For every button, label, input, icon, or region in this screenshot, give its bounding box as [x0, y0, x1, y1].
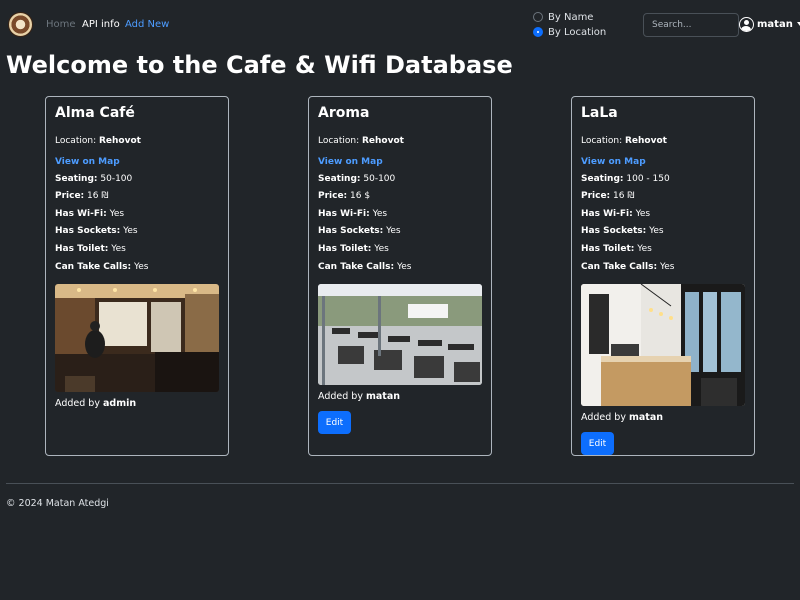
cafe-price: 16 ₪ [87, 191, 109, 202]
sort-by-location-label: By Location [548, 26, 607, 38]
sort-by-name-label: By Name [548, 11, 594, 23]
nav-api-info-link[interactable]: API info [82, 19, 120, 30]
sockets-label: Has Sockets: [55, 226, 121, 237]
location-label: Location: [318, 136, 360, 146]
view-on-map-link[interactable]: View on Map [581, 151, 745, 171]
search-input[interactable] [643, 13, 739, 37]
seating-label: Seating: [581, 173, 624, 184]
seating-label: Seating: [55, 173, 98, 184]
cafe-seating: 50-100 [100, 173, 133, 184]
cafe-card: LaLa Location: Rehovot View on Map Seati… [571, 96, 755, 456]
wifi-label: Has Wi-Fi: [55, 208, 107, 219]
page-title: Welcome to the Cafe & Wifi Database [6, 51, 513, 79]
user-avatar-icon [739, 16, 754, 32]
cafe-wifi: Yes [109, 208, 125, 219]
cafe-sockets: Yes [649, 226, 664, 237]
radio-by-name[interactable] [533, 12, 543, 22]
price-label: Price: [55, 191, 85, 202]
view-on-map-link[interactable]: View on Map [55, 151, 219, 171]
added-by-user: matan [365, 391, 401, 403]
cafe-photo [318, 284, 482, 386]
added-by-user: admin [102, 398, 137, 410]
price-label: Price: [318, 191, 348, 202]
cafe-sockets: Yes [386, 226, 401, 237]
sockets-label: Has Sockets: [318, 226, 384, 237]
cafe-name: Alma Café [55, 105, 135, 121]
cafe-seating: 100 - 150 [626, 173, 670, 184]
toilet-label: Has Toilet: [55, 243, 109, 254]
toilet-label: Has Toilet: [581, 243, 635, 254]
toilet-label: Has Toilet: [318, 243, 372, 254]
wifi-label: Has Wi-Fi: [581, 208, 633, 219]
view-on-map-link[interactable]: View on Map [318, 151, 482, 171]
edit-button[interactable]: Edit [318, 411, 351, 435]
cafe-toilet: Yes [374, 243, 389, 254]
nav-home-link[interactable]: Home [46, 19, 76, 30]
cafe-location: Rehovot [361, 136, 404, 146]
cafe-card: Alma Café Location: Rehovot View on Map … [45, 96, 229, 456]
cafe-toilet: Yes [637, 243, 652, 254]
cafe-sockets: Yes [123, 226, 138, 237]
sockets-label: Has Sockets: [581, 226, 647, 237]
cafe-name: Aroma [318, 105, 370, 121]
footer-copyright: © 2024 Matan Atedgi [6, 498, 109, 509]
added-by-label: Added by [55, 398, 100, 410]
calls-label: Can Take Calls: [318, 261, 395, 272]
edit-button[interactable]: Edit [581, 432, 614, 456]
cafe-photo [581, 284, 745, 407]
cafe-calls: Yes [659, 261, 675, 272]
cafe-name: LaLa [581, 105, 618, 121]
sort-by-name-option[interactable]: By Name [533, 10, 593, 24]
added-by-label: Added by [318, 391, 363, 403]
location-label: Location: [581, 136, 623, 146]
user-menu[interactable]: matan [739, 16, 800, 32]
calls-label: Can Take Calls: [55, 261, 132, 272]
location-label: Location: [55, 136, 97, 146]
nav-add-new-link[interactable]: Add New [125, 19, 169, 30]
cafe-location: Rehovot [624, 136, 667, 146]
footer-divider [6, 483, 794, 484]
added-by-label: Added by [581, 412, 626, 424]
calls-label: Can Take Calls: [581, 261, 658, 272]
user-name: matan [757, 18, 793, 30]
cafe-wifi: Yes [372, 208, 388, 219]
cafe-toilet: Yes [111, 243, 126, 254]
cafe-calls: Yes [133, 261, 149, 272]
price-label: Price: [581, 191, 611, 202]
cafe-wifi: Yes [635, 208, 651, 219]
seating-label: Seating: [318, 173, 361, 184]
added-by-user: matan [628, 412, 664, 424]
cafe-price: 16 ₪ [613, 191, 635, 202]
sort-by-location-option[interactable]: By Location [533, 25, 606, 39]
cafe-card: Aroma Location: Rehovot View on Map Seat… [308, 96, 492, 456]
wifi-label: Has Wi-Fi: [318, 208, 370, 219]
cafe-seating: 50-100 [363, 173, 396, 184]
cafe-logo-icon[interactable] [8, 12, 33, 37]
radio-by-location[interactable] [533, 27, 543, 37]
navbar: Home API info Add New By Name By Locatio… [0, 0, 800, 50]
cafe-calls: Yes [396, 261, 412, 272]
cafe-location: Rehovot [98, 136, 141, 146]
cafe-price: 16 $ [350, 191, 371, 202]
cafe-photo [55, 284, 219, 393]
